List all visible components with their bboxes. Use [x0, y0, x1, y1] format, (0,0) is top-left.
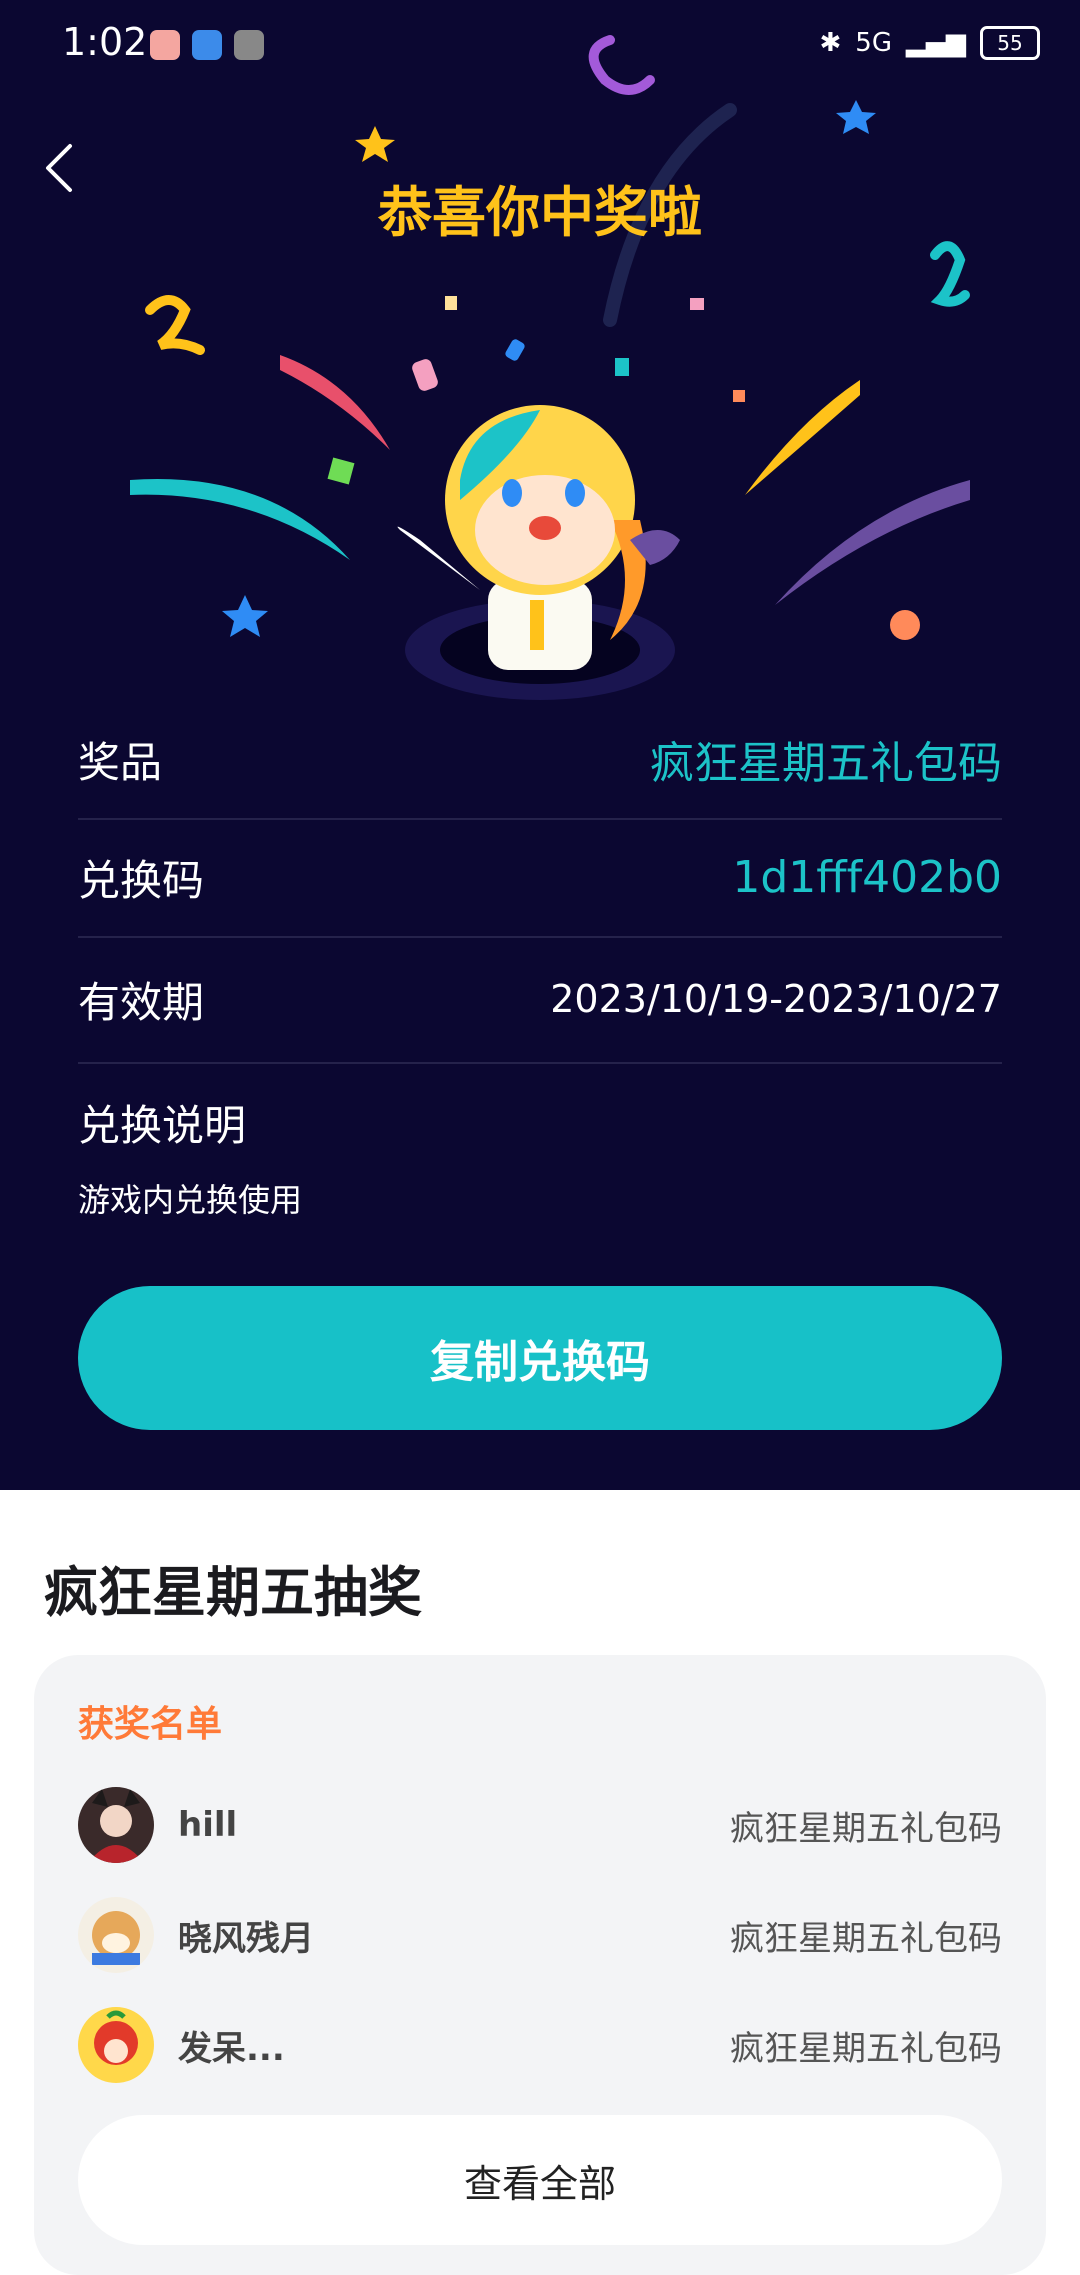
- winner-name: 发呆...: [178, 2028, 285, 2069]
- prize-row: 奖品 疯狂星期五礼包码: [78, 700, 1002, 820]
- winner-row: 晓风残月 疯狂星期五礼包码: [78, 1895, 1002, 1975]
- prize-value: 疯狂星期五礼包码: [650, 738, 1002, 789]
- hero-section: 1:02 ✱ 5G ▂▄▆ 55 恭喜你中奖啦 奖品 疯狂星期五礼包码 兑换码 …: [0, 0, 1080, 1490]
- prize-label: 奖品: [78, 737, 163, 787]
- celebration-illustration: [130, 35, 970, 700]
- winner-name: 晓风残月: [178, 1918, 314, 1959]
- page-title: 恭喜你中奖啦: [378, 181, 702, 244]
- validity-label: 有效期: [78, 977, 205, 1027]
- instructions-text: 游戏内兑换使用: [78, 1181, 303, 1219]
- winner-name: hill: [178, 1805, 238, 1845]
- winner-prize: 疯狂星期五礼包码: [730, 1808, 1002, 1849]
- winners-card: 获奖名单 hill 疯狂星期五礼包码 晓风残月 疯狂星期五礼包码 发呆... 疯…: [34, 1655, 1046, 2275]
- avatar: [78, 1897, 154, 1973]
- winners-header: 获奖名单: [78, 1704, 223, 1745]
- lottery-title: 疯狂星期五抽奖: [44, 1561, 422, 1624]
- instructions-title: 兑换说明: [78, 1101, 247, 1150]
- winner-row: hill 疯狂星期五礼包码: [78, 1785, 1002, 1865]
- winner-row: 发呆... 疯狂星期五礼包码: [78, 2005, 1002, 2085]
- copy-code-button[interactable]: 复制兑换码: [78, 1286, 1002, 1430]
- avatar: [78, 2007, 154, 2083]
- winner-prize: 疯狂星期五礼包码: [730, 2028, 1002, 2069]
- redeem-code: 1d1fff402b0: [732, 851, 1002, 903]
- view-all-button[interactable]: 查看全部: [78, 2115, 1002, 2245]
- code-label: 兑换码: [78, 855, 205, 905]
- avatar: [78, 1787, 154, 1863]
- winner-prize: 疯狂星期五礼包码: [730, 1918, 1002, 1959]
- code-row: 兑换码 1d1fff402b0: [78, 818, 1002, 938]
- validity-value: 2023/10/19-2023/10/27: [550, 977, 1002, 1021]
- validity-row: 有效期 2023/10/19-2023/10/27: [78, 936, 1002, 1064]
